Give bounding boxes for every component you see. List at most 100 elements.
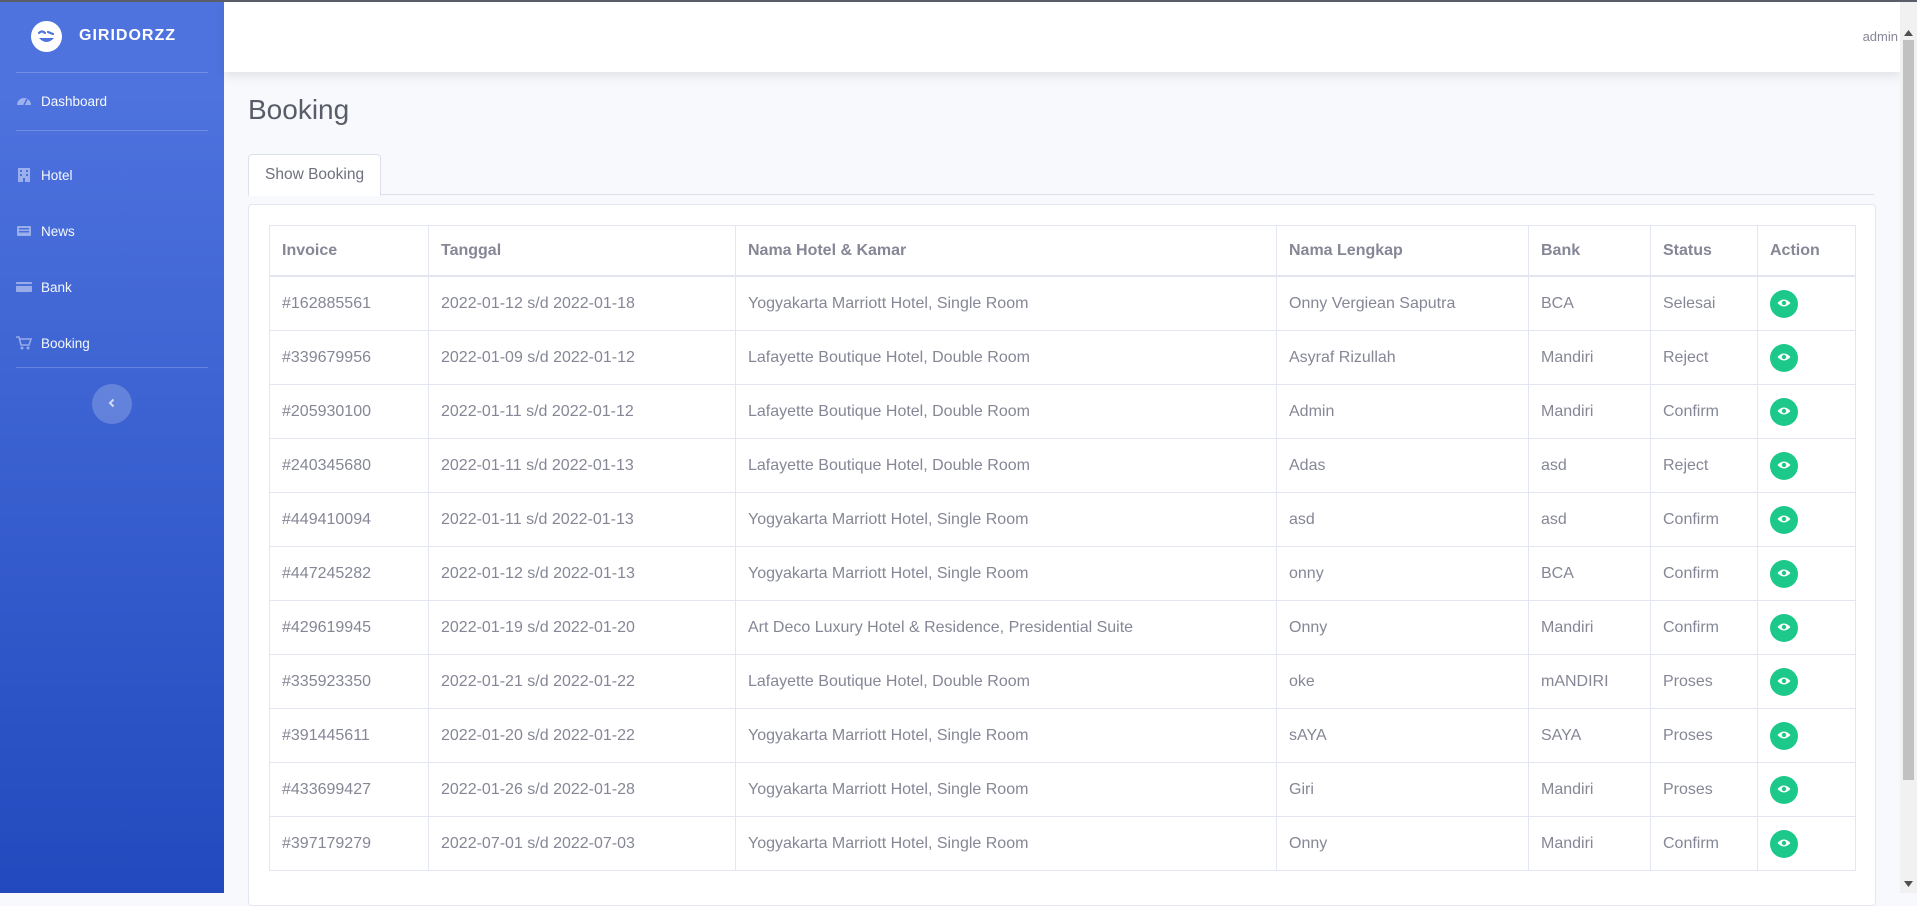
sidebar-item-label: News [41, 223, 75, 239]
status-cell: Proses [1650, 708, 1758, 763]
invoice-cell: #240345680 [269, 438, 429, 493]
eye-icon [1777, 781, 1791, 799]
tab-show-booking[interactable]: Show Booking [248, 154, 382, 196]
view-button[interactable] [1770, 343, 1798, 372]
scroll-up-arrow-icon[interactable] [1900, 26, 1917, 40]
eye-icon [1777, 457, 1791, 475]
window-top-border [0, 0, 1917, 2]
date-cell: 2022-01-21 s/d 2022-01-22 [428, 654, 736, 709]
bank-cell: mANDIRI [1528, 654, 1651, 709]
date-cell: 2022-01-11 s/d 2022-01-13 [428, 492, 736, 547]
view-button[interactable] [1770, 667, 1798, 696]
date-cell: 2022-01-26 s/d 2022-01-28 [428, 762, 736, 817]
booking-card: Invoice Tanggal Nama Hotel & Kamar Nama … [248, 204, 1876, 906]
scroll-down-arrow-icon[interactable] [1900, 877, 1917, 891]
table-row: #162885561 2022-01-12 s/d 2022-01-18 Yogya… [269, 275, 1856, 331]
invoice-cell: #339679956 [269, 330, 429, 385]
table-row: #240345680 2022-01-11 s/d 2022-01-13 Lafay… [269, 438, 1856, 493]
table-row: #391445611 2022-01-20 s/d 2022-01-22 Yogya… [269, 708, 1856, 763]
view-button[interactable] [1770, 721, 1798, 750]
header-status[interactable]: Status [1650, 225, 1758, 277]
sidebar-item-bank[interactable]: Bank [0, 259, 224, 315]
action-cell [1757, 708, 1856, 763]
name-cell: onny [1276, 546, 1529, 601]
invoice-cell: #447245282 [269, 546, 429, 601]
chevron-left-icon [107, 395, 117, 413]
header-tanggal[interactable]: Tanggal [428, 225, 736, 277]
hotel-room-cell: Yogyakarta Marriott Hotel, Single Room [735, 546, 1277, 601]
invoice-cell: #162885561 [269, 275, 429, 331]
action-cell [1757, 275, 1856, 331]
view-button[interactable] [1770, 289, 1798, 318]
date-cell: 2022-01-09 s/d 2022-01-12 [428, 330, 736, 385]
view-button[interactable] [1770, 829, 1798, 858]
view-button[interactable] [1770, 397, 1798, 426]
header-action: Action [1757, 225, 1856, 277]
header-hotel-room[interactable]: Nama Hotel & Kamar [735, 225, 1277, 277]
eye-icon [1777, 835, 1791, 853]
status-cell: Confirm [1650, 492, 1758, 547]
eye-icon [1777, 673, 1791, 691]
tachometer-icon [16, 93, 32, 109]
view-button[interactable] [1770, 505, 1798, 534]
bank-cell: Mandiri [1528, 330, 1651, 385]
hotel-room-cell: Lafayette Boutique Hotel, Double Room [735, 384, 1277, 439]
view-button[interactable] [1770, 613, 1798, 642]
header-invoice[interactable]: Invoice [269, 225, 429, 277]
date-cell: 2022-01-11 s/d 2022-01-13 [428, 438, 736, 493]
name-cell: Asyraf Rizullah [1276, 330, 1529, 385]
date-cell: 2022-01-11 s/d 2022-01-12 [428, 384, 736, 439]
status-cell: Confirm [1650, 600, 1758, 655]
action-cell [1757, 330, 1856, 385]
sidebar-divider [16, 367, 208, 368]
scrollbar[interactable] [1900, 2, 1917, 893]
view-button[interactable] [1770, 451, 1798, 480]
header-full-name[interactable]: Nama Lengkap [1276, 225, 1529, 277]
bank-cell: BCA [1528, 275, 1651, 331]
news-icon [16, 223, 32, 239]
hotel-room-cell: Lafayette Boutique Hotel, Double Room [735, 654, 1277, 709]
header-bank[interactable]: Bank [1528, 225, 1651, 277]
eye-icon [1777, 565, 1791, 583]
hotel-room-cell: Yogyakarta Marriott Hotel, Single Room [735, 708, 1277, 763]
action-cell [1757, 816, 1856, 871]
sidebar-item-news[interactable]: News [0, 203, 224, 259]
hotel-room-cell: Yogyakarta Marriott Hotel, Single Room [735, 275, 1277, 331]
user-menu[interactable]: admin [1863, 29, 1898, 44]
name-cell: Admin [1276, 384, 1529, 439]
sidebar-toggle-button[interactable] [92, 384, 132, 424]
brand-name: GIRIDORZZ [79, 27, 176, 44]
brand[interactable]: GIRIDORZZ [0, 0, 224, 72]
bank-cell: SAYA [1528, 708, 1651, 763]
invoice-cell: #205930100 [269, 384, 429, 439]
laugh-wink-icon [31, 20, 62, 52]
invoice-cell: #335923350 [269, 654, 429, 709]
eye-icon [1777, 727, 1791, 745]
view-button[interactable] [1770, 559, 1798, 588]
sidebar-item-dashboard[interactable]: Dashboard [0, 73, 224, 129]
hotel-room-cell: Lafayette Boutique Hotel, Double Room [735, 330, 1277, 385]
date-cell: 2022-01-19 s/d 2022-01-20 [428, 600, 736, 655]
status-cell: Proses [1650, 654, 1758, 709]
name-cell: Onny [1276, 600, 1529, 655]
sidebar: GIRIDORZZ Dashboard Hotel News Bank Book… [0, 0, 224, 893]
table-row: #339679956 2022-01-09 s/d 2022-01-12 Lafay… [269, 330, 1856, 385]
status-cell: Confirm [1650, 384, 1758, 439]
topbar: admin [224, 2, 1900, 72]
action-cell [1757, 600, 1856, 655]
sidebar-item-booking[interactable]: Booking [0, 315, 224, 371]
view-button[interactable] [1770, 775, 1798, 804]
bank-cell: asd [1528, 438, 1651, 493]
booking-table: Invoice Tanggal Nama Hotel & Kamar Nama … [269, 225, 1856, 871]
eye-icon [1777, 403, 1791, 421]
status-cell: Proses [1650, 762, 1758, 817]
sidebar-item-label: Dashboard [41, 93, 108, 109]
eye-icon [1777, 619, 1791, 637]
date-cell: 2022-07-01 s/d 2022-07-03 [428, 816, 736, 871]
sidebar-item-hotel[interactable]: Hotel [0, 147, 224, 203]
name-cell: asd [1276, 492, 1529, 547]
scroll-thumb[interactable] [1903, 40, 1914, 780]
action-cell [1757, 654, 1856, 709]
bank-cell: Mandiri [1528, 816, 1651, 871]
hotel-room-cell: Lafayette Boutique Hotel, Double Room [735, 438, 1277, 493]
